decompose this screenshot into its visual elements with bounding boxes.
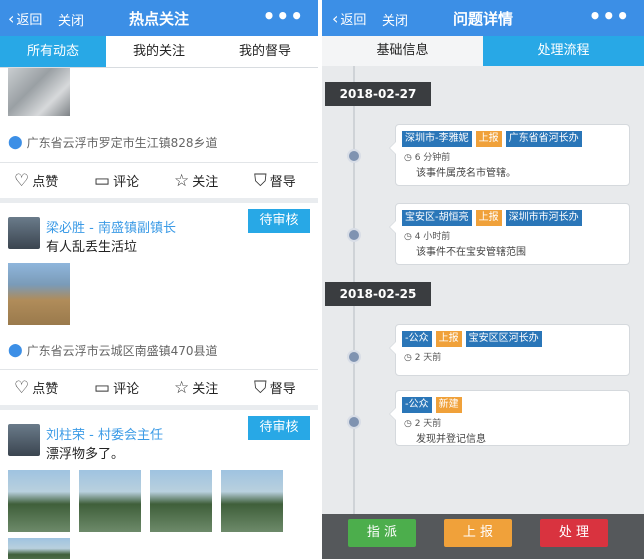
follow-button[interactable]: ☆ 关注 — [174, 378, 218, 398]
action-bar: ♡ 点赞 ▭ 评论 ☆ 关注 ⛉ 督导 — [0, 162, 318, 198]
post-author[interactable]: 刘柱荣 - 村委会主任 — [46, 424, 163, 443]
target-tag: 深圳市市河长办 — [505, 210, 582, 226]
post-location: ⬤ 广东省云浮市云城区南盛镇470县道 — [8, 343, 218, 358]
comment-button[interactable]: ▭ 评论 — [94, 171, 139, 191]
clock-icon: ◷ — [404, 153, 415, 163]
post-photo[interactable] — [79, 470, 141, 532]
like-button[interactable]: ♡ 点赞 — [14, 378, 58, 398]
timeline-dot — [347, 350, 361, 364]
comment-icon: ▭ — [94, 170, 111, 191]
clock-icon: ◷ — [404, 232, 415, 242]
more-icon[interactable]: ••• — [589, 4, 630, 28]
timeline-entry: -公众 上报 宝安区区河长办 ◷ 2 天前 — [389, 324, 630, 376]
date-label: 2018-02-25 — [325, 282, 431, 306]
clock-icon: ◷ — [404, 419, 415, 429]
entry-time: ◷ 2 天前 — [404, 353, 442, 363]
timeline-entry: 宝安区-胡恒亮 上报 深圳市市河长办 ◷ 4 小时前 该事件不在宝安管辖范围 — [389, 203, 630, 265]
entry-note: 该事件不在宝安管辖范围 — [416, 247, 526, 258]
tab-process-flow[interactable]: 处理流程 — [483, 36, 644, 66]
timeline-dot — [347, 415, 361, 429]
entry-note: 该事件属茂名市管辖。 — [416, 168, 516, 179]
status-badge: 待审核 — [248, 416, 310, 440]
post-card: 梁必胜 - 南盛镇副镇长 待审核 有人乱丢生活垃 ⬤ 广东省云浮市云城区南盛镇4… — [0, 203, 318, 405]
shield-icon: ⛉ — [254, 377, 267, 398]
timeline-entry: -公众 新建 ◷ 2 天前 发现并登记信息 — [389, 390, 630, 446]
entry-time: ◷ 4 小时前 — [404, 232, 451, 242]
more-icon[interactable]: ••• — [263, 4, 304, 28]
action-tag: 上报 — [435, 331, 462, 347]
user-tag: -公众 — [402, 397, 432, 413]
timeline-entry: 深圳市-李雅妮 上报 广东省省河长办 ◷ 6 分钟前 该事件属茂名市管辖。 — [389, 124, 630, 186]
tab-bar: 所有动态 我的关注 我的督导 — [0, 36, 318, 68]
tab-all-activity[interactable]: 所有动态 — [0, 36, 106, 67]
like-button[interactable]: ♡ 点赞 — [14, 171, 58, 191]
timeline-dot — [347, 228, 361, 242]
left-screen: ‹ 返回 关闭 热点关注 ••• 所有动态 我的关注 我的督导 ⬤ 广东省云浮市… — [0, 0, 318, 559]
post-card: ⬤ 广东省云浮市罗定市生江镇828乡道 ♡ 点赞 ▭ 评论 ☆ 关注 ⛉ 督导 — [0, 68, 318, 198]
entry-time: ◷ 6 分钟前 — [404, 153, 451, 163]
timeline-dot — [347, 149, 361, 163]
post-author[interactable]: 梁必胜 - 南盛镇副镇长 — [46, 217, 176, 236]
post-card: 刘柱荣 - 村委会主任 待审核 漂浮物多了。 — [0, 410, 318, 559]
user-tag: 深圳市-李雅妮 — [402, 131, 472, 147]
assign-button[interactable]: 指 派 — [348, 519, 416, 547]
post-photo[interactable] — [8, 263, 70, 325]
tab-my-follow[interactable]: 我的关注 — [106, 36, 212, 67]
post-photo[interactable] — [8, 470, 70, 532]
status-badge: 待审核 — [248, 209, 310, 233]
shield-icon: ⛉ — [254, 170, 267, 191]
heart-icon: ♡ — [14, 170, 30, 191]
post-location: ⬤ 广东省云浮市罗定市生江镇828乡道 — [8, 135, 218, 150]
right-screen: ‹ 返回 关闭 问题详情 ••• 基础信息 处理流程 2018-02-27 深圳… — [322, 0, 644, 559]
action-tag: 新建 — [435, 397, 462, 413]
tag-row: -公众 上报 宝安区区河长办 — [402, 331, 542, 347]
heart-icon: ♡ — [14, 377, 30, 398]
post-text: 漂浮物多了。 — [46, 447, 125, 462]
report-button[interactable]: 上 报 — [444, 519, 512, 547]
entry-time: ◷ 2 天前 — [404, 419, 442, 429]
post-photo[interactable] — [150, 470, 212, 532]
header-bar: ‹ 返回 关闭 热点关注 ••• — [0, 0, 318, 36]
tab-my-supervision[interactable]: 我的督导 — [212, 36, 318, 67]
location-pin-icon: ⬤ — [8, 343, 23, 358]
post-photo[interactable] — [221, 470, 283, 532]
tab-bar: 基础信息 处理流程 — [322, 36, 644, 66]
avatar[interactable] — [8, 217, 40, 249]
header-bar: ‹ 返回 关闭 问题详情 ••• — [322, 0, 644, 36]
supervise-button[interactable]: ⛉ 督导 — [254, 378, 296, 398]
star-icon: ☆ — [174, 170, 190, 191]
tag-row: 宝安区-胡恒亮 上报 深圳市市河长办 — [402, 210, 582, 226]
star-icon: ☆ — [174, 377, 190, 398]
clock-icon: ◷ — [404, 353, 415, 363]
post-photo[interactable] — [8, 68, 70, 116]
user-tag: -公众 — [402, 331, 432, 347]
comment-icon: ▭ — [94, 377, 111, 398]
action-tag: 上报 — [475, 210, 502, 226]
post-text: 有人乱丢生活垃 — [46, 240, 138, 255]
tag-row: -公众 新建 — [402, 397, 462, 413]
supervise-button[interactable]: ⛉ 督导 — [254, 171, 296, 191]
action-bar: ♡ 点赞 ▭ 评论 ☆ 关注 ⛉ 督导 — [0, 369, 318, 405]
action-tag: 上报 — [475, 131, 502, 147]
entry-note: 发现并登记信息 — [416, 434, 486, 445]
tab-basic-info[interactable]: 基础信息 — [322, 36, 483, 66]
location-pin-icon: ⬤ — [8, 135, 23, 150]
comment-button[interactable]: ▭ 评论 — [94, 378, 139, 398]
date-label: 2018-02-27 — [325, 82, 431, 106]
post-photo[interactable] — [8, 538, 70, 559]
tag-row: 深圳市-李雅妮 上报 广东省省河长办 — [402, 131, 582, 147]
avatar[interactable] — [8, 424, 40, 456]
target-tag: 广东省省河长办 — [505, 131, 582, 147]
user-tag: 宝安区-胡恒亮 — [402, 210, 472, 226]
follow-button[interactable]: ☆ 关注 — [174, 171, 218, 191]
target-tag: 宝安区区河长办 — [465, 331, 542, 347]
handle-button[interactable]: 处 理 — [540, 519, 608, 547]
